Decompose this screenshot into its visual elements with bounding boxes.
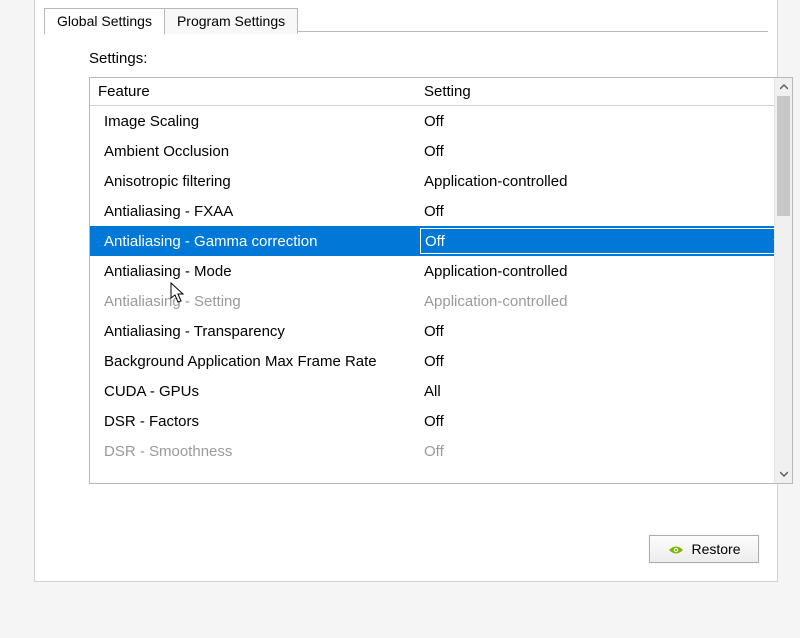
- setting-cell: Off: [420, 413, 792, 430]
- feature-cell: Ambient Occlusion: [90, 143, 420, 160]
- settings-label: Settings:: [89, 50, 793, 67]
- settings-panel: Settings: Feature Setting Image ScalingO…: [34, 0, 778, 582]
- table-row[interactable]: Background Application Max Frame RateOff: [90, 346, 792, 376]
- setting-cell: Off: [420, 143, 792, 160]
- table-row[interactable]: CUDA - GPUsAll: [90, 376, 792, 406]
- setting-dropdown[interactable]: Off: [420, 228, 790, 254]
- table-row[interactable]: Antialiasing - Gamma correction Off: [90, 226, 792, 256]
- feature-cell: Antialiasing - Transparency: [90, 323, 420, 340]
- setting-value: Application-controlled: [424, 293, 567, 310]
- table-row[interactable]: DSR - FactorsOff: [90, 406, 792, 436]
- tab-global-settings[interactable]: Global Settings: [44, 8, 165, 35]
- setting-value: All: [424, 383, 441, 400]
- table-row[interactable]: Antialiasing - FXAAOff: [90, 196, 792, 226]
- setting-cell: All: [420, 383, 792, 400]
- feature-cell: Image Scaling: [90, 113, 420, 130]
- table-header: Feature Setting: [90, 78, 792, 106]
- restore-button[interactable]: Restore: [649, 535, 759, 563]
- settings-table: Feature Setting Image ScalingOffAmbient …: [89, 77, 793, 484]
- setting-value: Off: [424, 443, 444, 460]
- scroll-up-arrow-icon[interactable]: [775, 78, 793, 96]
- setting-value: Off: [424, 323, 444, 340]
- feature-cell: Background Application Max Frame Rate: [90, 353, 420, 370]
- setting-value: Application-controlled: [424, 173, 567, 190]
- feature-cell: DSR - Smoothness: [90, 443, 420, 460]
- table-row[interactable]: Ambient OcclusionOff: [90, 136, 792, 166]
- setting-cell: Off: [420, 443, 792, 460]
- vertical-scrollbar[interactable]: [774, 78, 792, 483]
- feature-cell: Antialiasing - Setting: [90, 293, 420, 310]
- feature-cell: DSR - Factors: [90, 413, 420, 430]
- feature-cell: Antialiasing - Gamma correction: [90, 233, 420, 250]
- table-row[interactable]: Antialiasing - SettingApplication-contro…: [90, 286, 792, 316]
- table-row[interactable]: Antialiasing - ModeApplication-controlle…: [90, 256, 792, 286]
- column-header-feature[interactable]: Feature: [90, 83, 420, 100]
- setting-value: Off: [424, 413, 444, 430]
- table-row[interactable]: Image ScalingOff: [90, 106, 792, 136]
- setting-cell: Off: [420, 353, 792, 370]
- feature-cell: CUDA - GPUs: [90, 383, 420, 400]
- setting-value: Off: [424, 143, 444, 160]
- scrollbar-thumb[interactable]: [777, 96, 790, 216]
- restore-button-label: Restore: [691, 541, 740, 557]
- setting-cell: Off: [420, 203, 792, 220]
- setting-cell: Application-controlled: [420, 173, 792, 190]
- table-row[interactable]: Antialiasing - TransparencyOff: [90, 316, 792, 346]
- setting-cell: Off: [420, 323, 792, 340]
- tab-program-settings[interactable]: Program Settings: [164, 8, 298, 34]
- settings-tabs: Global Settings Program Settings: [44, 8, 297, 34]
- setting-cell: Application-controlled: [420, 263, 792, 280]
- feature-cell: Antialiasing - Mode: [90, 263, 420, 280]
- scroll-down-arrow-icon[interactable]: [775, 465, 793, 483]
- setting-value: Off: [424, 203, 444, 220]
- table-row[interactable]: DSR - SmoothnessOff: [90, 436, 792, 466]
- table-row[interactable]: Anisotropic filteringApplication-control…: [90, 166, 792, 196]
- setting-value: Off: [424, 353, 444, 370]
- setting-cell: Off: [420, 113, 792, 130]
- table-body: Image ScalingOffAmbient OcclusionOffAnis…: [90, 106, 792, 484]
- feature-cell: Antialiasing - FXAA: [90, 203, 420, 220]
- setting-value: Off: [425, 233, 445, 250]
- nvidia-logo-icon: [667, 543, 685, 555]
- feature-cell: Anisotropic filtering: [90, 173, 420, 190]
- setting-value: Off: [424, 113, 444, 130]
- setting-value: Application-controlled: [424, 263, 567, 280]
- setting-cell: Application-controlled: [420, 293, 792, 310]
- column-header-setting[interactable]: Setting: [420, 83, 792, 100]
